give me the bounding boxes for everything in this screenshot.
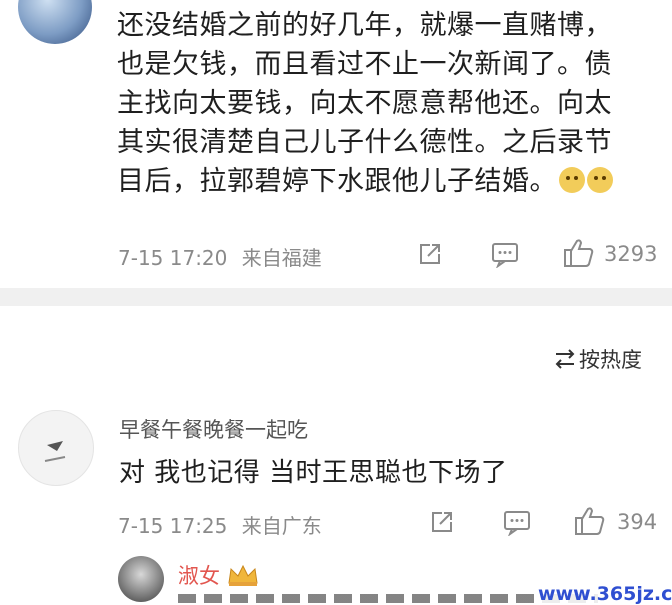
comment-time: 7-15 17:25 xyxy=(118,514,228,538)
post-line: 其实很清楚自己儿子什么德性。之后录节 xyxy=(117,127,612,158)
comment-avatar[interactable] xyxy=(118,556,164,602)
post-line: 还没结婚之前的好几年，就爆一直赌博， xyxy=(117,10,612,41)
comment-icon[interactable] xyxy=(502,508,532,537)
like-icon[interactable] xyxy=(562,237,596,269)
post-line: 主找向太要钱，向太不愿意帮他还。向太 xyxy=(117,88,612,119)
post-line: 也是欠钱，而且看过不止一次新闻了。债 xyxy=(117,49,612,80)
post-time: 7-15 17:20 xyxy=(118,246,228,270)
share-icon[interactable] xyxy=(416,240,444,268)
like-icon[interactable] xyxy=(573,505,607,537)
comment-meta: 7-15 17:25 来自广东 xyxy=(118,510,322,539)
sort-control[interactable]: 按热度 xyxy=(553,344,642,374)
comment-text-cutoff xyxy=(178,594,598,603)
comment-nickname[interactable]: 淑女 xyxy=(178,560,220,590)
section-divider xyxy=(0,288,672,306)
comment-location: 来自广东 xyxy=(241,514,322,538)
comment-nickname[interactable]: 早餐午餐晚餐一起吃 xyxy=(119,414,308,444)
comment-icon[interactable] xyxy=(490,240,520,269)
share-icon[interactable] xyxy=(428,508,456,536)
comment-text: 对 我也记得 当时王思聪也下场了 xyxy=(119,458,508,488)
post-text: 还没结婚之前的好几年，就爆一直赌博， 也是欠钱，而且看过不止一次新闻了。债 主找… xyxy=(117,6,662,201)
comment-avatar[interactable] xyxy=(18,410,94,486)
post-like-count: 3293 xyxy=(604,242,658,266)
doge-emoji-icon xyxy=(587,167,613,193)
comment-nickname-row: 淑女 xyxy=(178,560,260,590)
post-meta: 7-15 17:20 来自福建 xyxy=(118,242,322,271)
crown-badge-icon xyxy=(226,563,260,587)
post-line: 目后，拉郭碧婷下水跟他儿子结婚。 xyxy=(117,162,662,201)
doge-emoji-icon xyxy=(559,167,585,193)
comment-like-count: 394 xyxy=(617,510,658,534)
post-author-avatar[interactable] xyxy=(18,0,92,44)
post-location: 来自福建 xyxy=(241,246,322,270)
sort-icon xyxy=(553,348,577,370)
watermark-url: www.365jz.com xyxy=(538,583,672,605)
sort-label: 按热度 xyxy=(579,348,642,372)
